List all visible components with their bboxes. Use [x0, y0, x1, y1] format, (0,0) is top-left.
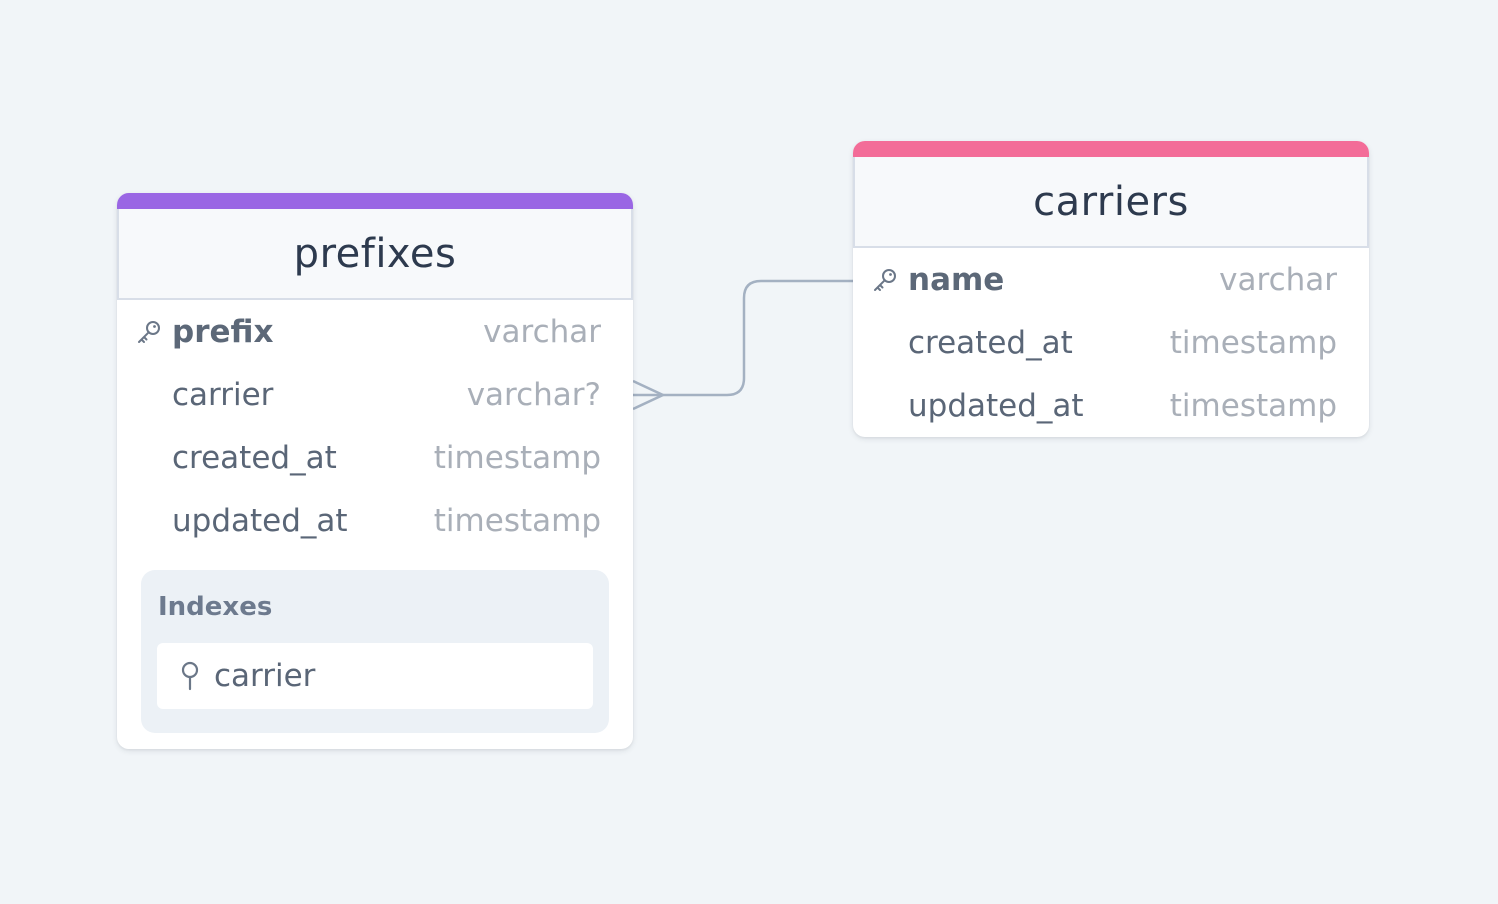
- table-prefixes[interactable]: prefixes prefix varchar carrier varchar?…: [117, 193, 633, 749]
- relationship-line: [633, 279, 853, 397]
- column-row-carrier[interactable]: carrier varchar?: [117, 363, 633, 426]
- column-type: varchar: [1219, 261, 1337, 298]
- column-name: updated_at: [172, 502, 348, 539]
- column-type: timestamp: [1169, 387, 1337, 424]
- index-name: carrier: [214, 658, 316, 694]
- column-type: varchar: [483, 313, 601, 350]
- column-row-created-at[interactable]: created_at timestamp: [117, 426, 633, 489]
- column-name: created_at: [908, 324, 1073, 361]
- column-type: timestamp: [433, 502, 601, 539]
- table-title: carriers: [1033, 178, 1189, 225]
- index-item-carrier[interactable]: carrier: [157, 643, 593, 709]
- column-row-created-at[interactable]: created_at timestamp: [853, 311, 1369, 374]
- table-header[interactable]: prefixes: [117, 209, 633, 300]
- column-type: varchar?: [466, 376, 601, 413]
- column-row-prefix[interactable]: prefix varchar: [117, 300, 633, 363]
- indexes-section: Indexes carrier: [141, 570, 609, 733]
- column-row-name[interactable]: name varchar: [853, 248, 1369, 311]
- column-row-updated-at[interactable]: updated_at timestamp: [853, 374, 1369, 437]
- column-name: carrier: [172, 376, 274, 413]
- table-carriers[interactable]: carriers name varchar created_at timesta…: [853, 141, 1369, 437]
- column-name: updated_at: [908, 387, 1084, 424]
- key-icon: [138, 320, 160, 343]
- column-type: timestamp: [1169, 324, 1337, 361]
- column-row-updated-at[interactable]: updated_at timestamp: [117, 489, 633, 552]
- column-type: timestamp: [433, 439, 601, 476]
- table-accent-bar: [117, 193, 633, 209]
- column-name: created_at: [172, 439, 337, 476]
- column-name: prefix: [172, 313, 274, 350]
- column-name: name: [908, 261, 1005, 298]
- key-icon: [874, 268, 896, 291]
- index-pin-icon: [181, 661, 199, 691]
- table-accent-bar: [853, 141, 1369, 157]
- table-header[interactable]: carriers: [853, 157, 1369, 248]
- table-title: prefixes: [293, 230, 457, 277]
- indexes-label: Indexes: [158, 592, 273, 622]
